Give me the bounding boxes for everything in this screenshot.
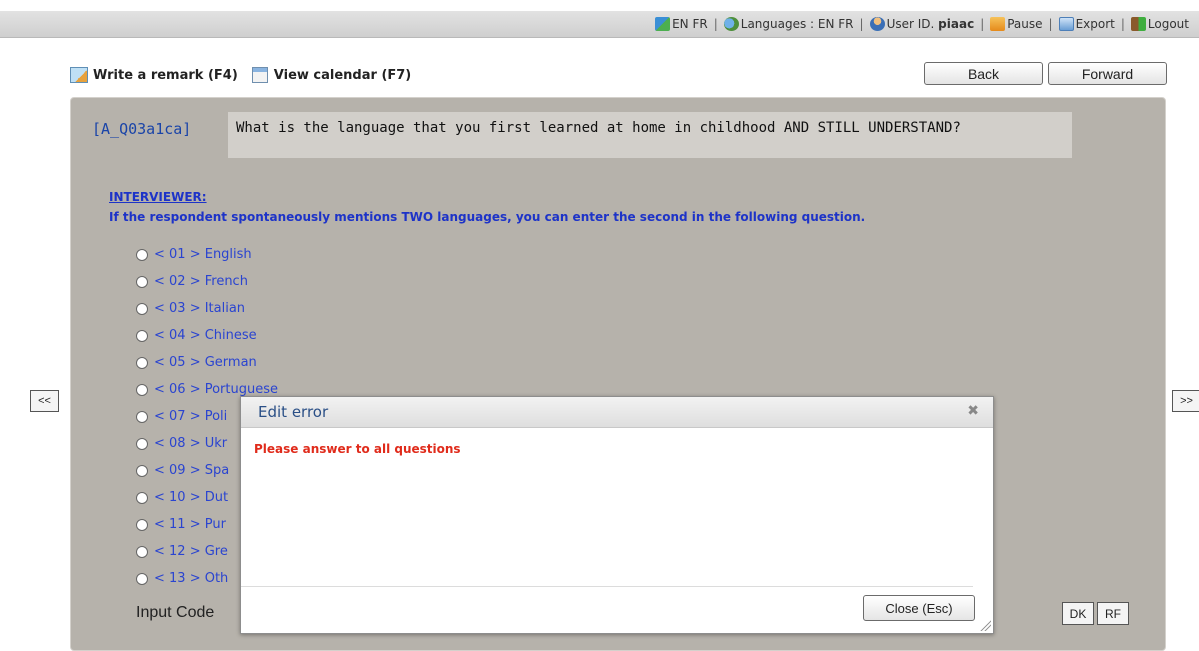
- languages-menu[interactable]: Languages : EN FR: [723, 17, 854, 31]
- radio-button[interactable]: [136, 275, 148, 288]
- option-label: < 11 > Pur: [154, 517, 226, 532]
- radio-button[interactable]: [136, 356, 148, 369]
- remark-icon: [70, 67, 88, 83]
- radio-button[interactable]: [136, 437, 148, 450]
- calendar-icon: [251, 67, 268, 83]
- separator: |: [980, 17, 985, 31]
- separator: |: [713, 17, 718, 31]
- user-id: piaac: [938, 17, 975, 31]
- separator: |: [859, 17, 864, 31]
- forward-button[interactable]: Forward: [1048, 62, 1167, 85]
- option-label: < 07 > Poli: [154, 409, 228, 424]
- export-label: Export: [1075, 17, 1115, 31]
- close-dialog-button[interactable]: Close (Esc): [863, 595, 975, 621]
- answer-option[interactable]: < 02 > French: [136, 268, 278, 295]
- top-toolbar: EN FR | Languages : EN FR | User ID. pia…: [0, 11, 1199, 38]
- answer-option[interactable]: < 03 > Italian: [136, 295, 278, 322]
- languages-icon: [723, 17, 739, 31]
- option-label: < 02 > French: [154, 274, 248, 289]
- pause-button[interactable]: Pause: [990, 17, 1043, 31]
- radio-button[interactable]: [136, 329, 148, 342]
- next-question-button[interactable]: >>: [1172, 390, 1199, 412]
- radio-button[interactable]: [136, 302, 148, 315]
- user-icon: [869, 17, 885, 31]
- option-label: < 09 > Spa: [154, 463, 230, 478]
- refused-button[interactable]: RF: [1097, 602, 1129, 625]
- error-message: Please answer to all questions: [254, 442, 461, 456]
- answer-option[interactable]: < 05 > German: [136, 349, 278, 376]
- interviewer-label: INTERVIEWER:: [109, 190, 207, 204]
- languages-label: Languages : EN FR: [740, 17, 854, 31]
- flag-icon: [655, 17, 671, 31]
- answer-option[interactable]: < 04 > Chinese: [136, 322, 278, 349]
- write-remark-button[interactable]: Write a remark (F4): [70, 67, 238, 83]
- logout-button[interactable]: Logout: [1130, 17, 1189, 31]
- option-label: < 10 > Dut: [154, 490, 229, 505]
- radio-button[interactable]: [136, 518, 148, 531]
- back-button[interactable]: Back: [924, 62, 1043, 85]
- option-label: < 03 > Italian: [154, 301, 246, 316]
- radio-button[interactable]: [136, 572, 148, 585]
- radio-button[interactable]: [136, 491, 148, 504]
- language-switch[interactable]: EN FR: [655, 17, 708, 31]
- radio-button[interactable]: [136, 410, 148, 423]
- edit-error-dialog: Edit error ✖ Please answer to all questi…: [240, 396, 994, 634]
- language-switch-label: EN FR: [672, 17, 708, 31]
- option-label: < 05 > German: [154, 355, 257, 370]
- radio-button[interactable]: [136, 464, 148, 477]
- radio-button[interactable]: [136, 248, 148, 261]
- dont-know-button[interactable]: DK: [1062, 602, 1094, 625]
- action-row: Write a remark (F4) View calendar (F7): [70, 64, 425, 86]
- separator: |: [1048, 17, 1053, 31]
- user-info: User ID. piaac: [869, 17, 975, 31]
- option-label: < 08 > Ukr: [154, 436, 228, 451]
- dialog-header: Edit error ✖: [241, 397, 993, 428]
- dialog-title: Edit error: [258, 403, 329, 421]
- option-label: < 01 > English: [154, 247, 252, 262]
- dialog-divider: [241, 586, 973, 587]
- option-label: < 06 > Portuguese: [154, 382, 278, 397]
- pause-icon: [990, 17, 1006, 31]
- logout-icon: [1130, 17, 1146, 31]
- user-label: User ID.: [886, 17, 935, 31]
- resize-handle-icon[interactable]: [979, 619, 991, 631]
- top-toolbar-items: EN FR | Languages : EN FR | User ID. pia…: [655, 11, 1189, 37]
- export-button[interactable]: Export: [1058, 17, 1115, 31]
- export-icon: [1058, 17, 1074, 31]
- interviewer-instructions: INTERVIEWER: If the respondent spontaneo…: [109, 190, 865, 224]
- view-calendar-label: View calendar (F7): [273, 67, 412, 83]
- write-remark-label: Write a remark (F4): [93, 67, 238, 83]
- radio-button[interactable]: [136, 545, 148, 558]
- input-code-label: Input Code: [136, 604, 215, 621]
- close-icon[interactable]: ✖: [967, 403, 979, 419]
- pause-label: Pause: [1007, 17, 1043, 31]
- previous-question-button[interactable]: <<: [30, 390, 59, 412]
- logout-label: Logout: [1147, 17, 1189, 31]
- option-label: < 13 > Oth: [154, 571, 229, 586]
- interviewer-note: If the respondent spontaneously mentions…: [109, 210, 866, 224]
- separator: |: [1120, 17, 1125, 31]
- radio-button[interactable]: [136, 383, 148, 396]
- view-calendar-button[interactable]: View calendar (F7): [251, 67, 412, 83]
- question-id: [A_Q03a1ca]: [92, 120, 192, 138]
- answer-option[interactable]: < 01 > English: [136, 241, 278, 268]
- option-label: < 12 > Gre: [154, 544, 228, 559]
- option-label: < 04 > Chinese: [154, 328, 257, 343]
- question-text: What is the language that you first lear…: [228, 112, 1072, 158]
